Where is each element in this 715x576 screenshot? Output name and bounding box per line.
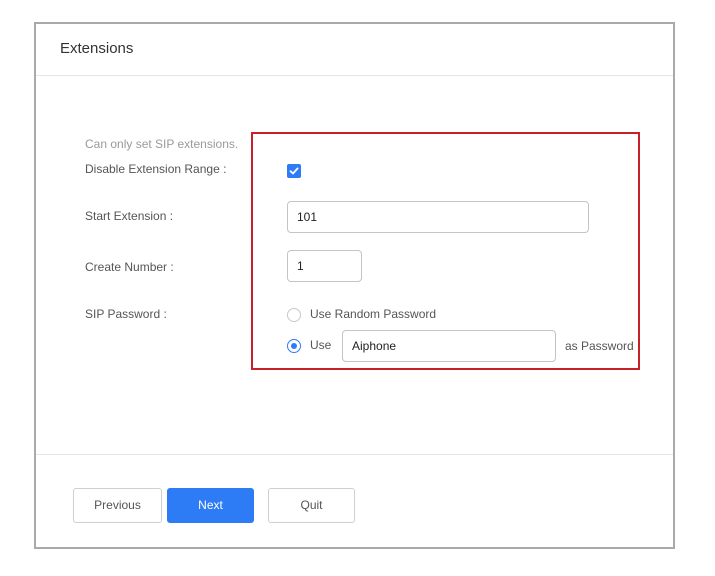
create-number-label: Create Number : [85,260,174,274]
custom-password-radio[interactable] [287,339,301,353]
disable-range-checkbox[interactable] [287,164,301,178]
checkmark-icon [289,167,299,175]
custom-password-input[interactable]: Aiphone [342,330,556,362]
start-extension-label: Start Extension : [85,209,174,223]
create-number-input[interactable]: 1 [287,250,362,282]
extensions-dialog: Extensions Can only set SIP extensions. … [34,22,675,549]
previous-button[interactable]: Previous [73,488,162,523]
footer-divider [36,454,673,455]
next-button[interactable]: Next [167,488,254,523]
dialog-title: Extensions [60,40,134,57]
use-label: Use [310,338,332,352]
sip-hint-text: Can only set SIP extensions. [85,137,239,151]
as-password-label: as Password [565,339,634,353]
sip-password-label: SIP Password : [85,307,167,321]
random-password-radio[interactable] [287,308,301,322]
header-divider [36,75,673,76]
start-extension-input[interactable]: 101 [287,201,589,233]
disable-range-label: Disable Extension Range : [85,162,227,176]
quit-button[interactable]: Quit [268,488,355,523]
random-password-label: Use Random Password [310,307,437,321]
